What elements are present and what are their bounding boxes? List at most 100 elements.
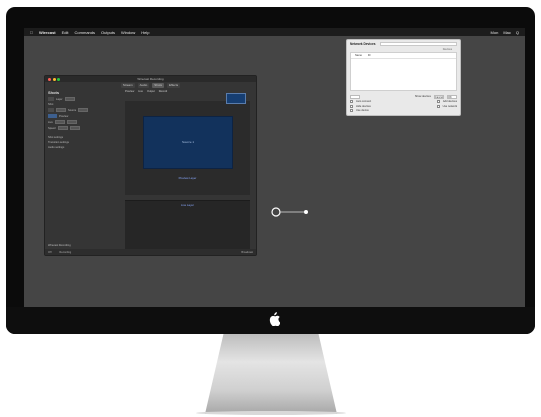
option-label: Hide devices <box>356 104 371 108</box>
device-list[interactable]: Name ID <box>350 52 457 91</box>
option-row: Show devices Cancel OK <box>350 94 457 99</box>
center-label[interactable]: Output <box>147 90 155 93</box>
lp-note: Transition settings <box>48 141 120 144</box>
menu-app-name[interactable]: Wirecast <box>39 30 56 35</box>
device-list-header: Name ID <box>351 53 456 59</box>
option-checkbox[interactable] <box>350 109 353 112</box>
apple-menu-icon[interactable]:  <box>30 30 33 35</box>
lp-row-label: Live <box>48 120 53 124</box>
lp-note-line: Transition settings <box>48 141 69 144</box>
window-title: Wirecast Recording <box>137 77 164 81</box>
status-right: Broadcast <box>241 250 253 254</box>
lp-row: Speed <box>48 126 120 130</box>
lp-note: Audio settings <box>48 146 120 149</box>
option-label: Auto connect <box>356 100 372 103</box>
lp-toggle[interactable] <box>48 108 54 112</box>
window-toolbar: Stream Audio Shots Effects <box>45 83 256 88</box>
left-panel: Shots Layer Shot Source Preview Live Spe… <box>48 90 120 238</box>
status-item-1[interactable]: Mon <box>491 30 499 35</box>
option-row: Hide devices Use network <box>350 104 457 108</box>
lp-field[interactable] <box>69 126 80 130</box>
preview-frame[interactable]: Source 1 <box>143 116 233 169</box>
left-panel-heading: Shots <box>48 90 60 95</box>
preview-area: Source 1 Preview Layer <box>125 93 250 195</box>
live-caption: Live Layer <box>181 203 194 207</box>
option-label: Use network <box>442 104 457 108</box>
menu-commands[interactable]: Commands <box>75 30 95 35</box>
stand-shadow <box>196 411 346 415</box>
dialog-search-field[interactable] <box>379 42 457 46</box>
option-checkbox[interactable] <box>350 100 353 103</box>
menu-help[interactable]: Help <box>141 30 149 35</box>
center-label[interactable]: Preview <box>125 90 134 93</box>
lp-note-line: Audio settings <box>48 146 65 149</box>
tab-stream[interactable]: Stream <box>120 83 135 88</box>
option-checkbox[interactable] <box>436 100 440 103</box>
lp-field[interactable] <box>66 120 77 124</box>
lp-row: Live <box>48 120 120 124</box>
network-dialog: Network Devices Devices Name ID Show dev… <box>346 39 461 116</box>
lp-field[interactable] <box>56 108 66 112</box>
tab-audio[interactable]: Audio <box>137 83 150 88</box>
col-header-id[interactable]: ID <box>368 54 371 57</box>
lp-row-label: Source <box>68 108 77 112</box>
lp-field[interactable] <box>78 108 89 112</box>
status-mid: Recording <box>59 250 72 254</box>
ok-button[interactable]: OK <box>447 94 457 99</box>
menubar:  Wirecast Edit Commands Outputs Window … <box>24 28 525 36</box>
window-titlebar[interactable]: Wirecast Recording <box>45 76 256 82</box>
option-label: Show devices <box>414 95 431 98</box>
lp-note: Shot settings <box>48 136 120 139</box>
lp-row-label: Layer <box>56 97 63 101</box>
status-left: Off <box>48 250 52 254</box>
lp-row: Source <box>48 108 120 112</box>
preview-caption: Preview Layer <box>178 176 197 180</box>
option-field[interactable] <box>350 94 360 99</box>
tab-effects[interactable]: Effects <box>166 83 181 88</box>
lp-field[interactable] <box>54 120 65 124</box>
menu-outputs[interactable]: Outputs <box>101 30 115 35</box>
lp-toggle[interactable] <box>48 97 54 101</box>
lp-row-label: Preview <box>59 114 69 118</box>
lp-row: Layer <box>48 97 120 101</box>
live-area: Live Layer <box>125 200 250 255</box>
dialog-subtitle: Devices <box>442 48 452 51</box>
connector-node-icon[interactable] <box>270 206 310 218</box>
status-item-2[interactable]: Mac <box>503 30 511 35</box>
option-label: Add devices <box>442 100 457 103</box>
window-statusbar: Off Recording Broadcast <box>45 249 256 255</box>
cancel-button[interactable]: Cancel <box>433 94 444 99</box>
lp-row: Preview <box>48 114 120 118</box>
app-window: Wirecast Recording Stream Audio Shots Ef… <box>44 75 257 256</box>
option-checkbox[interactable] <box>436 104 440 108</box>
menu-edit[interactable]: Edit <box>62 30 69 35</box>
center-label[interactable]: Live <box>138 90 143 93</box>
desktop-screen:  Wirecast Edit Commands Outputs Window … <box>24 28 525 307</box>
lp-selected-chip[interactable] <box>48 114 57 118</box>
dialog-options: Show devices Cancel OK Auto connect Add … <box>347 92 460 113</box>
option-label: Use device <box>356 109 369 112</box>
lp-field[interactable] <box>64 97 75 101</box>
preview-frame-label: Source 1 <box>181 140 194 144</box>
menu-window[interactable]: Window <box>121 30 135 35</box>
dialog-titlebar: Network Devices <box>347 40 460 48</box>
menubar-status-area: Mon Mac Q <box>491 30 525 35</box>
spotlight-icon[interactable]: Q <box>516 30 519 35</box>
option-row: Use device <box>350 109 457 112</box>
lp-row-label: Speed <box>48 126 56 130</box>
lp-field[interactable] <box>57 126 68 130</box>
monitor-stand <box>205 334 337 414</box>
lp-row: Shot <box>48 103 120 106</box>
center-label[interactable]: Record <box>159 90 167 93</box>
center-panel: Preview Live Output Record Source 1 Prev… <box>123 90 252 255</box>
dialog-title: Network Devices <box>350 42 376 46</box>
option-row: Auto connect Add devices <box>350 100 457 103</box>
lp-row-label: Shot <box>48 103 54 106</box>
preview-thumbnail[interactable] <box>226 93 246 104</box>
lp-note-line: Shot settings <box>48 136 63 139</box>
tab-shots[interactable]: Shots <box>152 83 164 88</box>
option-checkbox[interactable] <box>350 104 353 108</box>
col-header-name[interactable]: Name <box>355 54 362 57</box>
apple-logo-icon <box>269 312 280 326</box>
stage:  Wirecast Edit Commands Outputs Window … <box>0 0 541 417</box>
